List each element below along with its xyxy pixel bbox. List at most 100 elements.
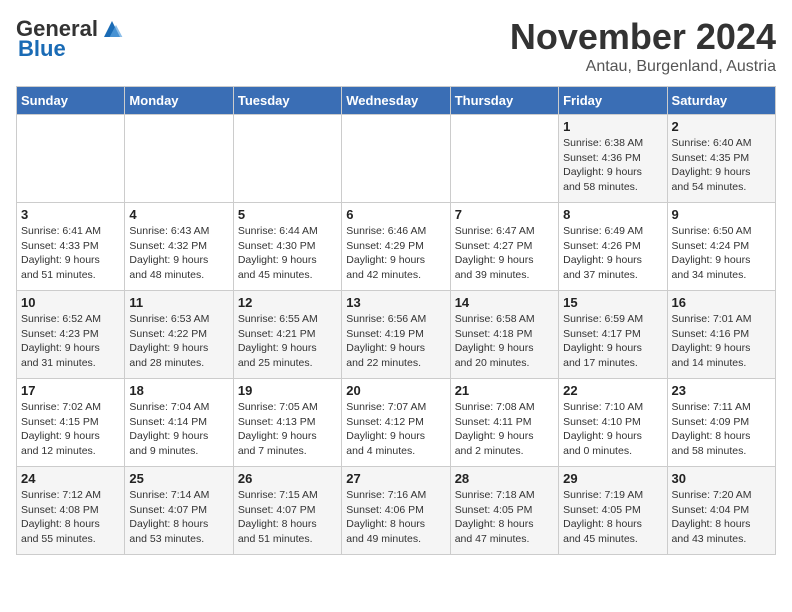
calendar-day-cell: 5 Sunrise: 6:44 AM Sunset: 4:30 PM Daylig… — [233, 203, 341, 291]
day-number: 7 — [455, 207, 554, 222]
day-info: Sunrise: 7:07 AM Sunset: 4:12 PM Dayligh… — [346, 400, 445, 459]
day-info: Sunrise: 7:14 AM Sunset: 4:07 PM Dayligh… — [129, 488, 228, 547]
calendar-day-cell: 1 Sunrise: 6:38 AM Sunset: 4:36 PM Daylig… — [559, 115, 667, 203]
calendar-day-cell: 9Sunrise: 6:50 AM Sunset: 4:24 PM Daylig… — [667, 203, 775, 291]
day-info: Sunrise: 6:55 AM Sunset: 4:21 PM Dayligh… — [238, 312, 337, 371]
calendar-day-cell: 25 Sunrise: 7:14 AM Sunset: 4:07 PM Dayli… — [125, 467, 233, 555]
weekday-header-thursday: Thursday — [450, 87, 558, 115]
day-number: 17 — [21, 383, 120, 398]
day-info: Sunrise: 6:44 AM Sunset: 4:30 PM Dayligh… — [238, 224, 337, 283]
calendar-day-cell: 19Sunrise: 7:05 AM Sunset: 4:13 PM Dayli… — [233, 379, 341, 467]
day-number: 10 — [21, 295, 120, 310]
calendar-day-cell: 21 Sunrise: 7:08 AM Sunset: 4:11 PM Dayli… — [450, 379, 558, 467]
calendar-day-cell: 20 Sunrise: 7:07 AM Sunset: 4:12 PM Dayli… — [342, 379, 450, 467]
calendar-day-cell — [233, 115, 341, 203]
day-number: 20 — [346, 383, 445, 398]
day-number: 13 — [346, 295, 445, 310]
day-info: Sunrise: 6:38 AM Sunset: 4:36 PM Dayligh… — [563, 136, 662, 195]
calendar-day-cell: 13 Sunrise: 6:56 AM Sunset: 4:19 PM Dayli… — [342, 291, 450, 379]
page-header: General Blue November 2024 Antau, Burgen… — [16, 16, 776, 76]
day-number: 16 — [672, 295, 771, 310]
calendar-day-cell: 8 Sunrise: 6:49 AM Sunset: 4:26 PM Daylig… — [559, 203, 667, 291]
day-info: Sunrise: 7:12 AM Sunset: 4:08 PM Dayligh… — [21, 488, 120, 547]
day-info: Sunrise: 6:46 AM Sunset: 4:29 PM Dayligh… — [346, 224, 445, 283]
calendar-day-cell: 14Sunrise: 6:58 AM Sunset: 4:18 PM Dayli… — [450, 291, 558, 379]
calendar-week-row: 3 Sunrise: 6:41 AM Sunset: 4:33 PM Daylig… — [17, 203, 776, 291]
day-number: 27 — [346, 471, 445, 486]
location-subtitle: Antau, Burgenland, Austria — [510, 58, 776, 76]
day-number: 22 — [563, 383, 662, 398]
day-number: 24 — [21, 471, 120, 486]
calendar-day-cell: 16 Sunrise: 7:01 AM Sunset: 4:16 PM Dayli… — [667, 291, 775, 379]
day-number: 2 — [672, 119, 771, 134]
calendar-day-cell: 17 Sunrise: 7:02 AM Sunset: 4:15 PM Dayli… — [17, 379, 125, 467]
day-number: 29 — [563, 471, 662, 486]
day-info: Sunrise: 6:56 AM Sunset: 4:19 PM Dayligh… — [346, 312, 445, 371]
calendar-day-cell — [125, 115, 233, 203]
day-info: Sunrise: 6:47 AM Sunset: 4:27 PM Dayligh… — [455, 224, 554, 283]
day-info: Sunrise: 6:52 AM Sunset: 4:23 PM Dayligh… — [21, 312, 120, 371]
day-info: Sunrise: 7:05 AM Sunset: 4:13 PM Dayligh… — [238, 400, 337, 459]
calendar-day-cell: 26Sunrise: 7:15 AM Sunset: 4:07 PM Dayli… — [233, 467, 341, 555]
day-number: 5 — [238, 207, 337, 222]
day-info: Sunrise: 6:53 AM Sunset: 4:22 PM Dayligh… — [129, 312, 228, 371]
calendar-day-cell — [450, 115, 558, 203]
day-number: 6 — [346, 207, 445, 222]
calendar-week-row: 10 Sunrise: 6:52 AM Sunset: 4:23 PM Dayli… — [17, 291, 776, 379]
day-number: 15 — [563, 295, 662, 310]
calendar-day-cell — [342, 115, 450, 203]
day-info: Sunrise: 6:41 AM Sunset: 4:33 PM Dayligh… — [21, 224, 120, 283]
calendar-day-cell: 10 Sunrise: 6:52 AM Sunset: 4:23 PM Dayli… — [17, 291, 125, 379]
logo-blue: Blue — [18, 36, 66, 62]
logo-icon — [100, 17, 124, 41]
calendar-day-cell: 6 Sunrise: 6:46 AM Sunset: 4:29 PM Daylig… — [342, 203, 450, 291]
calendar-week-row: 24 Sunrise: 7:12 AM Sunset: 4:08 PM Dayli… — [17, 467, 776, 555]
calendar-day-cell: 30 Sunrise: 7:20 AM Sunset: 4:04 PM Dayli… — [667, 467, 775, 555]
day-info: Sunrise: 7:20 AM Sunset: 4:04 PM Dayligh… — [672, 488, 771, 547]
day-number: 1 — [563, 119, 662, 134]
day-info: Sunrise: 7:10 AM Sunset: 4:10 PM Dayligh… — [563, 400, 662, 459]
day-info: Sunrise: 7:16 AM Sunset: 4:06 PM Dayligh… — [346, 488, 445, 547]
weekday-header-friday: Friday — [559, 87, 667, 115]
day-info: Sunrise: 7:08 AM Sunset: 4:11 PM Dayligh… — [455, 400, 554, 459]
weekday-header-row: SundayMondayTuesdayWednesdayThursdayFrid… — [17, 87, 776, 115]
day-number: 23 — [672, 383, 771, 398]
day-info: Sunrise: 6:58 AM Sunset: 4:18 PM Dayligh… — [455, 312, 554, 371]
calendar-day-cell: 23Sunrise: 7:11 AM Sunset: 4:09 PM Dayli… — [667, 379, 775, 467]
day-number: 11 — [129, 295, 228, 310]
calendar-day-cell: 18Sunrise: 7:04 AM Sunset: 4:14 PM Dayli… — [125, 379, 233, 467]
calendar-day-cell — [17, 115, 125, 203]
day-info: Sunrise: 7:04 AM Sunset: 4:14 PM Dayligh… — [129, 400, 228, 459]
calendar-day-cell: 12 Sunrise: 6:55 AM Sunset: 4:21 PM Dayli… — [233, 291, 341, 379]
month-title: November 2024 — [510, 16, 776, 58]
day-info: Sunrise: 6:43 AM Sunset: 4:32 PM Dayligh… — [129, 224, 228, 283]
day-info: Sunrise: 6:59 AM Sunset: 4:17 PM Dayligh… — [563, 312, 662, 371]
weekday-header-sunday: Sunday — [17, 87, 125, 115]
day-number: 25 — [129, 471, 228, 486]
calendar-day-cell: 27 Sunrise: 7:16 AM Sunset: 4:06 PM Dayli… — [342, 467, 450, 555]
weekday-header-monday: Monday — [125, 87, 233, 115]
day-info: Sunrise: 6:49 AM Sunset: 4:26 PM Dayligh… — [563, 224, 662, 283]
day-number: 26 — [238, 471, 337, 486]
day-info: Sunrise: 7:01 AM Sunset: 4:16 PM Dayligh… — [672, 312, 771, 371]
calendar-table: SundayMondayTuesdayWednesdayThursdayFrid… — [16, 86, 776, 555]
calendar-day-cell: 29Sunrise: 7:19 AM Sunset: 4:05 PM Dayli… — [559, 467, 667, 555]
day-number: 30 — [672, 471, 771, 486]
day-info: Sunrise: 7:02 AM Sunset: 4:15 PM Dayligh… — [21, 400, 120, 459]
logo: General Blue — [16, 16, 124, 62]
day-info: Sunrise: 6:50 AM Sunset: 4:24 PM Dayligh… — [672, 224, 771, 283]
calendar-day-cell: 22 Sunrise: 7:10 AM Sunset: 4:10 PM Dayli… — [559, 379, 667, 467]
calendar-day-cell: 7 Sunrise: 6:47 AM Sunset: 4:27 PM Daylig… — [450, 203, 558, 291]
day-number: 12 — [238, 295, 337, 310]
calendar-day-cell: 11 Sunrise: 6:53 AM Sunset: 4:22 PM Dayli… — [125, 291, 233, 379]
calendar-week-row: 17 Sunrise: 7:02 AM Sunset: 4:15 PM Dayli… — [17, 379, 776, 467]
day-number: 21 — [455, 383, 554, 398]
day-number: 28 — [455, 471, 554, 486]
weekday-header-tuesday: Tuesday — [233, 87, 341, 115]
calendar-day-cell: 28Sunrise: 7:18 AM Sunset: 4:05 PM Dayli… — [450, 467, 558, 555]
day-number: 3 — [21, 207, 120, 222]
day-number: 8 — [563, 207, 662, 222]
title-block: November 2024 Antau, Burgenland, Austria — [510, 16, 776, 76]
weekday-header-wednesday: Wednesday — [342, 87, 450, 115]
calendar-week-row: 1 Sunrise: 6:38 AM Sunset: 4:36 PM Daylig… — [17, 115, 776, 203]
